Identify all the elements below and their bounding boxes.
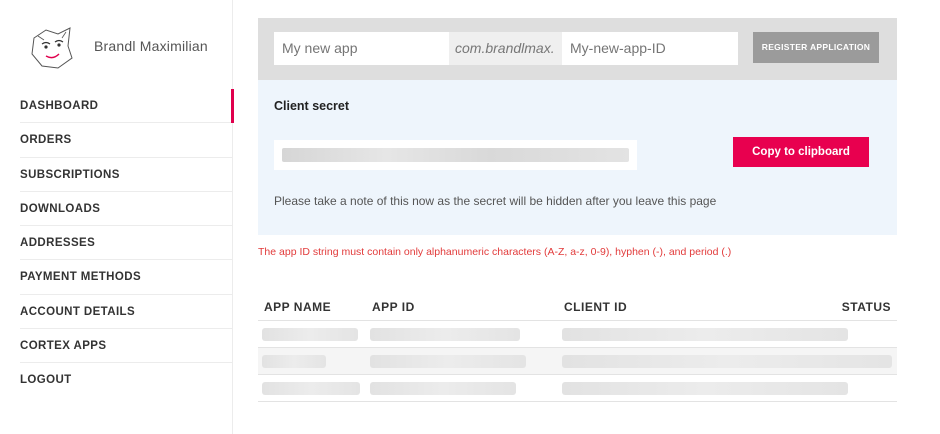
app-name-input[interactable] — [274, 32, 449, 65]
user-name: Brandl Maximilian — [94, 38, 208, 54]
table-row[interactable] — [258, 374, 897, 401]
user-profile: Brandl Maximilian — [20, 18, 230, 78]
register-application-button[interactable]: REGISTER APPLICATION — [753, 32, 879, 63]
redacted-secret — [282, 148, 629, 162]
redacted-cell — [562, 355, 892, 368]
column-header-client-id: CLIENT ID — [564, 300, 628, 314]
redacted-cell — [262, 328, 358, 341]
copy-to-clipboard-button[interactable]: Copy to clipboard — [733, 137, 869, 167]
nav-item-subscriptions[interactable]: SUBSCRIPTIONS — [20, 158, 232, 192]
redacted-cell — [562, 382, 848, 395]
client-secret-title: Client secret — [274, 99, 350, 113]
app-id-domain-prefix: com.brandlmax. — [449, 32, 562, 65]
nav-item-logout[interactable]: LOGOUT — [20, 363, 232, 397]
nav-item-addresses[interactable]: ADDRESSES — [20, 226, 232, 261]
redacted-cell — [370, 382, 516, 395]
redacted-cell — [370, 355, 526, 368]
column-header-app-name: APP NAME — [264, 300, 332, 314]
app-id-validation-error: The app ID string must contain only alph… — [258, 246, 732, 258]
redacted-cell — [262, 355, 326, 368]
client-secret-panel: Client secret Copy to clipboard Please t… — [258, 80, 897, 235]
nav-item-account-details[interactable]: ACCOUNT DETAILS — [20, 295, 232, 330]
table-row[interactable] — [258, 347, 897, 374]
sidebar: Brandl Maximilian DASHBOARD ORDERS SUBSC… — [0, 0, 234, 434]
client-secret-field[interactable] — [274, 140, 637, 170]
redacted-cell — [262, 382, 360, 395]
table-divider — [258, 401, 897, 402]
table-row[interactable] — [258, 320, 897, 347]
nav-item-payment-methods[interactable]: PAYMENT METHODS — [20, 260, 232, 295]
redacted-cell — [562, 328, 848, 341]
register-app-form: com.brandlmax. REGISTER APPLICATION — [258, 18, 897, 80]
column-header-status: STATUS — [841, 300, 891, 314]
account-nav: DASHBOARD ORDERS SUBSCRIPTIONS DOWNLOADS… — [20, 89, 234, 398]
redacted-cell — [370, 328, 520, 341]
nav-item-orders[interactable]: ORDERS — [20, 123, 232, 158]
nav-item-downloads[interactable]: DOWNLOADS — [20, 192, 232, 227]
nav-item-cortex-apps[interactable]: CORTEX APPS — [20, 329, 232, 364]
client-secret-note: Please take a note of this now as the se… — [274, 194, 717, 208]
column-header-app-id: APP ID — [372, 300, 415, 314]
avatar[interactable] — [28, 24, 78, 74]
nav-item-dashboard[interactable]: DASHBOARD — [20, 89, 234, 124]
app-id-input[interactable] — [562, 32, 738, 65]
